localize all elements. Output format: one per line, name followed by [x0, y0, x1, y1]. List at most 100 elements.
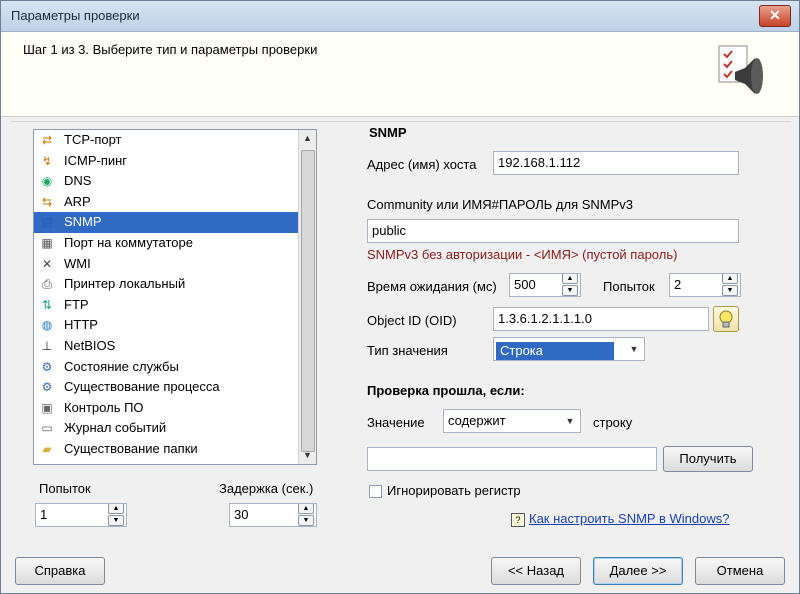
- http-icon: ◍: [41, 318, 53, 333]
- delay-label: Задержка (сек.): [219, 481, 314, 496]
- wmi-icon: ✕: [41, 256, 53, 271]
- list-item-label: Журнал событий: [64, 420, 167, 436]
- tries-spin[interactable]: ▲ ▼: [722, 274, 738, 296]
- list-item[interactable]: ▣ Контроль ПО: [34, 398, 316, 419]
- attempts-spin[interactable]: ▲ ▼: [108, 504, 124, 526]
- condition-select[interactable]: содержит ▼: [443, 409, 581, 433]
- scroll-thumb[interactable]: [301, 150, 315, 452]
- list-item-label: FTP: [64, 296, 89, 312]
- list-item-label: HTTP: [64, 317, 98, 333]
- list-item[interactable]: ⎙ Принтер локальный: [34, 274, 316, 295]
- chevron-down-icon: ▼: [629, 344, 639, 354]
- condition-selected: содержит: [448, 413, 506, 428]
- folder-icon: ▰: [42, 441, 52, 456]
- list-item[interactable]: ⚙ Состояние службы: [34, 357, 316, 378]
- value-type-label: Тип значения: [367, 343, 448, 358]
- list-item[interactable]: ✕ WMI: [34, 254, 316, 275]
- list-item-label: Существование папки: [64, 440, 198, 456]
- cancel-button[interactable]: Отмена: [695, 557, 785, 585]
- string-label: строку: [593, 415, 633, 430]
- community-label: Community или ИМЯ#ПАРОЛЬ для SNMPv3: [367, 197, 634, 212]
- list-item[interactable]: ▤ SNMP: [34, 212, 316, 233]
- netbios-icon: ⊥: [41, 338, 53, 353]
- list-item[interactable]: ▭ Журнал событий: [34, 418, 316, 439]
- list-scrollbar[interactable]: ▲ ▼: [298, 130, 316, 464]
- timeout-spin[interactable]: ▲ ▼: [562, 274, 578, 296]
- list-item[interactable]: ⇆ ARP: [34, 192, 316, 213]
- oid-label: Object ID (OID): [367, 313, 457, 328]
- list-item[interactable]: ⇅ FTP: [34, 295, 316, 316]
- list-item[interactable]: ▦ Порт на коммутаторе: [34, 233, 316, 254]
- tries-label: Попыток: [603, 279, 655, 294]
- timeout-value: 500: [514, 277, 536, 292]
- help-button[interactable]: Справка: [15, 557, 105, 585]
- list-item[interactable]: ⇄ TCP-порт: [34, 130, 316, 151]
- list-item[interactable]: ↯ ICMP-пинг: [34, 151, 316, 172]
- compare-value-input[interactable]: [367, 447, 657, 471]
- event-log-icon: ▭: [41, 421, 53, 436]
- title-bar: Параметры проверки ✕: [1, 1, 799, 32]
- community-input[interactable]: public: [367, 219, 739, 243]
- help-book-icon: ?: [511, 513, 525, 527]
- ftp-icon: ⇅: [41, 297, 53, 312]
- oid-value: 1.3.6.1.2.1.1.1.0: [498, 311, 592, 326]
- oid-browse-button[interactable]: [713, 306, 739, 332]
- scroll-down-icon[interactable]: ▼: [299, 447, 316, 464]
- lightbulb-icon: [719, 310, 733, 328]
- list-item-label: NetBIOS: [64, 337, 116, 353]
- check-settings-dialog: Параметры проверки ✕ Шаг 1 из 3. Выберит…: [0, 0, 800, 594]
- value-label: Значение: [367, 415, 425, 430]
- community-hint: SNMPv3 без авторизации - <ИМЯ> (пустой п…: [367, 247, 678, 262]
- delay-spin[interactable]: ▲ ▼: [298, 504, 314, 526]
- close-icon: ✕: [769, 7, 781, 23]
- service-icon: ⚙: [41, 359, 53, 374]
- oid-input[interactable]: 1.3.6.1.2.1.1.1.0: [493, 307, 709, 331]
- value-type-selected: Строка: [496, 342, 614, 360]
- ignore-case-label: Игнорировать регистр: [387, 483, 521, 498]
- community-value: public: [372, 223, 406, 238]
- process-icon: ⚙: [41, 380, 53, 395]
- snmp-help-link[interactable]: Как настроить SNMP в Windows?: [529, 511, 729, 526]
- scroll-up-icon[interactable]: ▲: [299, 130, 316, 147]
- tries-value: 2: [674, 277, 682, 292]
- timeout-label: Время ожидания (мс): [367, 279, 497, 294]
- tries-stepper[interactable]: 2 ▲ ▼: [669, 273, 741, 297]
- delay-value: 30: [234, 507, 249, 522]
- close-button[interactable]: ✕: [759, 5, 791, 27]
- back-button[interactable]: << Назад: [491, 557, 581, 585]
- host-label: Адрес (имя) хоста: [367, 157, 477, 172]
- list-item-label: ICMP-пинг: [64, 152, 128, 168]
- wizard-header: Шаг 1 из 3. Выберите тип и параметры про…: [1, 32, 799, 117]
- attempts-value: 1: [40, 507, 48, 522]
- snmp-group-title: SNMP: [369, 125, 407, 140]
- list-item-label: Принтер локальный: [64, 276, 186, 292]
- software-icon: ▣: [41, 400, 53, 415]
- list-item[interactable]: ◉ DNS: [34, 171, 316, 192]
- chevron-down-icon: ▼: [565, 416, 575, 426]
- list-item-label: Существование процесса: [64, 379, 220, 395]
- list-item-label: Порт на коммутаторе: [64, 234, 193, 250]
- snmp-icon: ▤: [41, 215, 53, 230]
- list-item[interactable]: ◍ HTTP: [34, 315, 316, 336]
- list-item-label: SNMP: [64, 214, 102, 230]
- arp-icon: ⇆: [41, 194, 53, 209]
- list-item-label: Контроль ПО: [64, 399, 144, 415]
- list-item-label: Состояние службы: [64, 358, 179, 374]
- list-item[interactable]: ▰ Существование папки: [34, 439, 316, 460]
- ignore-case-checkbox[interactable]: [369, 485, 382, 498]
- check-type-list[interactable]: ⇄ TCP-порт ↯ ICMP-пинг ◉ DNS ⇆ ARP ▤ SNMP ▦ Порт на…: [33, 129, 317, 465]
- icmp-ping-icon: ↯: [41, 153, 53, 168]
- host-input[interactable]: 192.168.1.112: [493, 151, 739, 175]
- list-item[interactable]: ⊥ NetBIOS: [34, 336, 316, 357]
- timeout-stepper[interactable]: 500 ▲ ▼: [509, 273, 581, 297]
- dns-icon: ◉: [41, 174, 53, 189]
- delay-stepper[interactable]: 30 ▲ ▼: [229, 503, 317, 527]
- list-item-label: DNS: [64, 173, 92, 189]
- header-divider: [11, 121, 791, 122]
- list-item[interactable]: ⚙ Существование процесса: [34, 377, 316, 398]
- get-button[interactable]: Получить: [663, 446, 753, 472]
- value-type-select[interactable]: Строка ▼: [493, 337, 645, 361]
- switch-port-icon: ▦: [41, 235, 53, 250]
- next-button[interactable]: Далее >>: [593, 557, 683, 585]
- attempts-stepper[interactable]: 1 ▲ ▼: [35, 503, 127, 527]
